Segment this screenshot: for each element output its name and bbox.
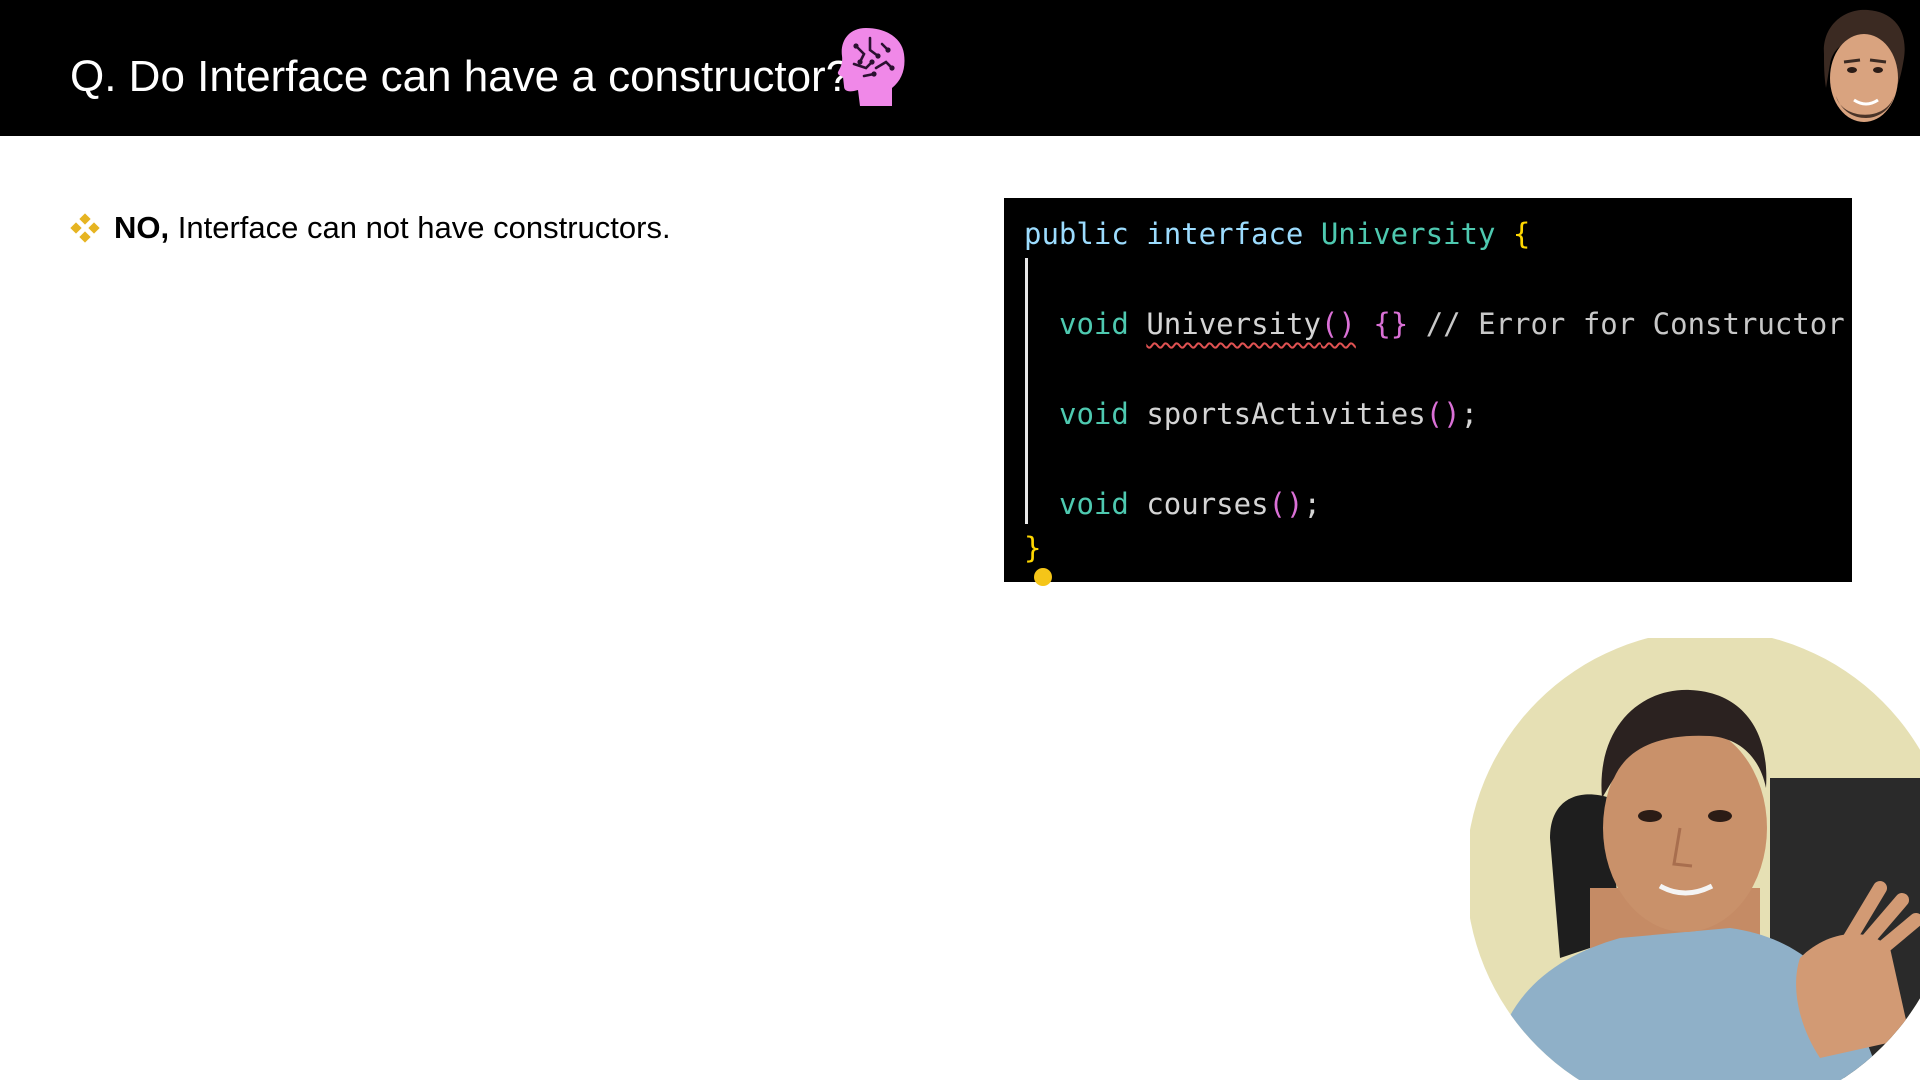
constructor-parens: (): [1320, 307, 1356, 341]
slide-title: Q. Do Interface can have a constructor?: [70, 52, 851, 101]
interface-name: University: [1320, 217, 1496, 251]
error-comment: // Error for Constructor: [1425, 307, 1845, 341]
keyword-interface: interface: [1146, 217, 1304, 251]
presenter-webcam: [1470, 638, 1920, 1080]
answer-text: NO, Interface can not have constructors.: [114, 210, 671, 246]
answer-rest: Interface can not have constructors.: [169, 210, 671, 245]
keyword-void: void: [1059, 307, 1129, 341]
code-line-3: void sportsActivities();: [1059, 394, 1478, 434]
keyword-void: void: [1059, 487, 1129, 521]
semicolon: ;: [1303, 487, 1321, 521]
constructor-name: University: [1146, 307, 1321, 341]
keyword-public: public: [1024, 217, 1129, 251]
code-line-4: void courses();: [1059, 484, 1321, 524]
keyword-void: void: [1059, 397, 1129, 431]
indent-guide: [1025, 258, 1028, 524]
presenter-thumbnail: [1806, 0, 1920, 134]
answer-bullet: NO, Interface can not have constructors.: [70, 210, 671, 246]
code-line-1: public interface University {: [1024, 214, 1530, 254]
brain-head-icon: [837, 28, 905, 106]
code-line-5: }: [1024, 528, 1041, 568]
method-parens: (): [1425, 397, 1461, 431]
title-bar: Q. Do Interface can have a constructor?: [0, 0, 1920, 136]
presenter-avatar: [1806, 0, 1920, 134]
presenter-video: [1470, 638, 1920, 1080]
constructor-error: University(): [1146, 307, 1356, 341]
semicolon: ;: [1460, 397, 1479, 431]
code-snippet: public interface University { void Unive…: [1004, 198, 1852, 586]
cursor-dot: [1034, 568, 1052, 586]
method-name: sportsActivities: [1146, 397, 1426, 431]
open-brace: {: [1512, 217, 1531, 251]
method-name: courses: [1146, 487, 1269, 521]
diamond-bullet-icon: [70, 213, 100, 243]
code-line-2: void University() {} // Error for Constr…: [1059, 304, 1845, 344]
close-brace: }: [1024, 531, 1042, 565]
method-parens: (): [1268, 487, 1304, 521]
answer-bold: NO,: [114, 210, 170, 245]
empty-body: {}: [1373, 307, 1409, 341]
